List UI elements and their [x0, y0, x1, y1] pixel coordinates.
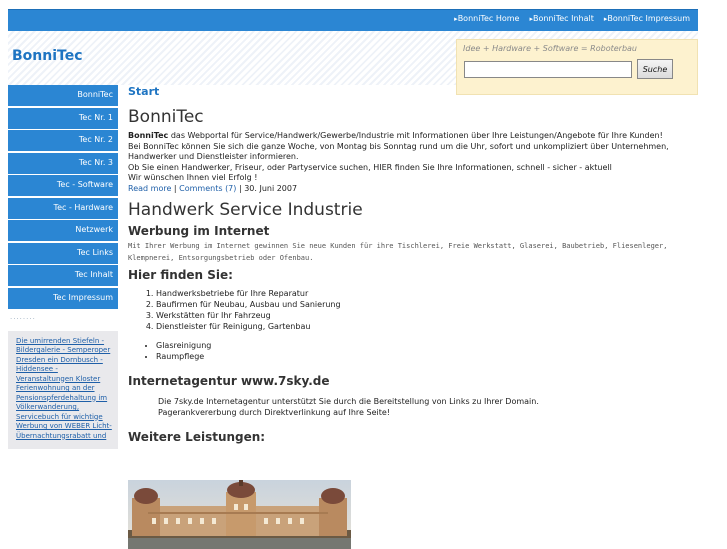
breadcrumb[interactable]: Start — [128, 85, 698, 101]
search-button[interactable]: Suche — [637, 59, 673, 79]
sidebar-link-text[interactable]: Die umirrenden Stiefeln - Bildergalerie … — [16, 337, 112, 440]
castle-photo — [128, 480, 351, 549]
intro-line-4: Wir wünschen Ihnen viel Erfolg ! — [128, 173, 258, 182]
intro-line-2: Bei BonniTec können Sie sich die ganze W… — [128, 141, 669, 162]
list-item: Dienstleister für Reinigung, Gartenbau — [156, 321, 698, 332]
sidebar-divider: ........ — [10, 312, 36, 321]
services-ordered-list: Handwerksbetriebe für Ihre Reparatur Bau… — [128, 288, 698, 332]
list-item: Baufirmen für Neubau, Ausbau und Sanieru… — [156, 299, 698, 310]
page-title: BonniTec — [128, 107, 204, 127]
agentur-line-2: Pagerankvererbung durch Direktverlinkung… — [158, 408, 390, 417]
intro-bold: BonniTec — [128, 131, 169, 140]
search-caption: Idee + Hardware + Software = Roboterbau — [463, 44, 637, 53]
page: BonniTec Home BonniTec Inhalt BonniTec I… — [8, 9, 698, 549]
topnav-impressum-link[interactable]: BonniTec Impressum — [604, 14, 690, 23]
list-item: Raumpflege — [156, 351, 698, 362]
search-input[interactable] — [464, 61, 632, 78]
top-nav-bar: BonniTec Home BonniTec Inhalt BonniTec I… — [8, 9, 698, 31]
services-bullet-list: Glasreinigung Raumpflege — [128, 340, 698, 362]
topnav-home-link[interactable]: BonniTec Home — [454, 14, 520, 23]
list-item: Werkstätten für Ihr Fahrzeug — [156, 310, 698, 321]
post-date: 30. Juni 2007 — [244, 183, 298, 193]
sidebar-item-tec-software[interactable]: Tec - Software — [8, 175, 118, 196]
sidebar-link-box: Die umirrenden Stiefeln - Bildergalerie … — [8, 330, 118, 449]
sidebar-item-tec-nr-3[interactable]: Tec Nr. 3 — [8, 152, 118, 174]
sidebar: BonniTec Tec Nr. 1 Tec Nr. 2 Tec Nr. 3 T… — [8, 85, 118, 449]
main-content: Start BonniTec BonniTec das Webportal fü… — [128, 85, 698, 549]
sidebar-item-tec-impressum[interactable]: Tec Impressum — [8, 287, 118, 309]
site-title[interactable]: BonniTec — [12, 48, 83, 64]
section-title-agentur: Internetagentur www.7sky.de — [128, 374, 330, 388]
section-title-finden: Hier finden Sie: — [128, 268, 233, 282]
sidebar-item-tec-nr-1[interactable]: Tec Nr. 1 — [8, 107, 118, 129]
intro-line-3: Ob Sie einen Handwerker, Friseur, oder P… — [128, 162, 612, 172]
sidebar-item-bonnitec[interactable]: BonniTec — [8, 85, 118, 106]
meta-sep-1: | — [171, 183, 180, 193]
werbung-text: Mit Ihrer Werbung im Internet gewinnen S… — [128, 242, 668, 262]
agentur-line-1: Die 7sky.de Internetagentur unterstützt … — [158, 397, 539, 406]
sidebar-item-tec-hardware[interactable]: Tec - Hardware — [8, 197, 118, 219]
comments-link[interactable]: Comments (7) — [179, 184, 236, 193]
section-title-service: Handwerk Service Industrie — [128, 200, 363, 220]
list-item: Glasreinigung — [156, 340, 698, 351]
sidebar-item-tec-links[interactable]: Tec Links — [8, 242, 118, 264]
topnav-inhalt-link[interactable]: BonniTec Inhalt — [529, 14, 594, 23]
section-title-weitere: Weitere Leistungen: — [128, 430, 266, 444]
sidebar-item-tec-nr-2[interactable]: Tec Nr. 2 — [8, 130, 118, 151]
sidebar-item-tec-inhalt[interactable]: Tec Inhalt — [8, 265, 118, 286]
top-nav: BonniTec Home BonniTec Inhalt BonniTec I… — [454, 14, 690, 23]
intro-text: BonniTec das Webportal für Service/Handw… — [128, 131, 698, 194]
section-title-werbung: Werbung im Internet — [128, 224, 270, 238]
sidebar-item-netzwerk[interactable]: Netzwerk — [8, 220, 118, 241]
list-item: Handwerksbetriebe für Ihre Reparatur — [156, 288, 698, 299]
read-more-link[interactable]: Read more — [128, 184, 171, 193]
agentur-text: Die 7sky.de Internetagentur unterstützt … — [128, 396, 698, 418]
intro-line-1: das Webportal für Service/Handwerk/Gewer… — [168, 131, 663, 140]
